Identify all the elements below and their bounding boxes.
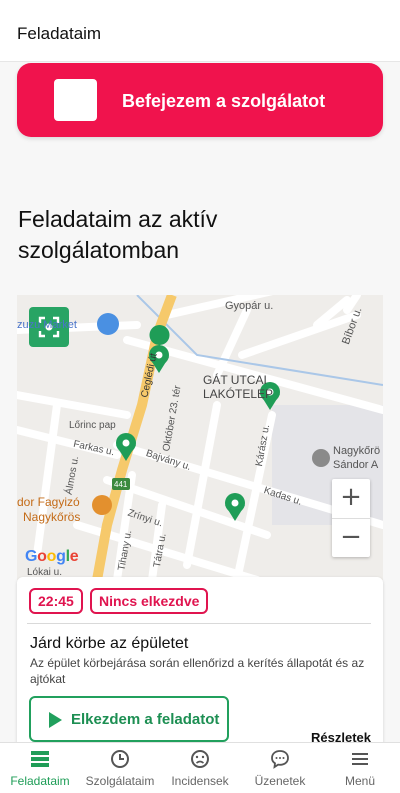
tasks-icon: [31, 751, 49, 767]
play-icon: [49, 712, 62, 728]
restaurant-poi-icon: [92, 495, 112, 515]
menu-icon: [352, 753, 368, 765]
map-label-market: zuzu Market: [17, 319, 77, 331]
map-label-nagykoros1: Nagykőrö: [333, 445, 381, 457]
task-title: Járd körbe az épületet: [30, 635, 189, 652]
time-badge: 22:45: [29, 588, 83, 614]
finish-shift-button[interactable]: Befejezem a szolgálatot: [17, 63, 383, 137]
task-card[interactable]: 22:45 Nincs elkezdve Járd körbe az épüle…: [17, 577, 383, 742]
nav-label: Szolgálataim: [85, 774, 155, 788]
section-title: Feladataim az aktív szolgálatomban: [18, 206, 218, 263]
divider: [27, 623, 371, 624]
app-bar: Feladataim: [0, 0, 400, 62]
checkbox-icon: [54, 79, 97, 121]
task-description: Az épület körbejárása során ellenőrizd a…: [30, 656, 365, 686]
map-view[interactable]: zuzu Market Gyopár u. Bíbor u. GÁT UTCAI…: [17, 295, 383, 580]
nav-label: Incidensek: [171, 774, 229, 788]
nav-item-messages[interactable]: Üzenetek: [240, 743, 320, 793]
nav-item-shifts[interactable]: Szolgálataim: [80, 743, 160, 793]
google-logo: Google: [25, 548, 79, 565]
shop-poi-icon: [97, 313, 119, 335]
map-label-fagyizo2: Nagykőrös: [23, 510, 81, 524]
nav-label: Feladataim: [10, 774, 70, 788]
main-content[interactable]: Befejezem a szolgálatot Feladataim az ak…: [0, 62, 400, 742]
chat-icon: [271, 750, 289, 769]
sad-face-icon: [191, 750, 209, 768]
zoom-out-button[interactable]: −: [332, 518, 370, 557]
map-label-gyopar: Gyopár u.: [225, 300, 274, 312]
status-badge: Nincs elkezdve: [90, 588, 209, 614]
nav-item-tasks[interactable]: Feladataim: [0, 743, 80, 793]
start-task-button[interactable]: Elkezdem a feladatot: [29, 696, 229, 742]
map-label-lorinc: Lőrinc pap: [69, 420, 116, 431]
nav-item-menu[interactable]: Menü: [320, 743, 400, 793]
zoom-in-button[interactable]: +: [332, 479, 370, 518]
map-label-gat1: GÁT UTCAI: [203, 373, 267, 387]
finish-shift-label: Befejezem a szolgálatot: [122, 91, 326, 111]
road-number: 441: [114, 480, 128, 489]
page-title: Feladataim: [17, 24, 102, 43]
school-poi-icon: [312, 449, 330, 467]
details-link[interactable]: Részletek: [311, 730, 371, 742]
start-task-label: Elkezdem a feladatot: [71, 711, 220, 728]
map-label-nagykoros2: Sándor A: [333, 459, 379, 471]
bottom-nav: Feladataim Szolgálataim Incidensek Üzene…: [0, 742, 400, 793]
map-canvas: [17, 295, 383, 580]
nav-label: Üzenetek: [254, 774, 306, 788]
map-label-gat2: LAKÓTELEP: [203, 387, 274, 401]
nav-item-incidents[interactable]: Incidensek: [160, 743, 240, 793]
clock-icon: [111, 750, 129, 768]
zoom-controls: + −: [332, 479, 370, 557]
nav-label: Menü: [344, 774, 376, 788]
map-label-fagyizo1: dor Fagyizó: [17, 495, 80, 509]
